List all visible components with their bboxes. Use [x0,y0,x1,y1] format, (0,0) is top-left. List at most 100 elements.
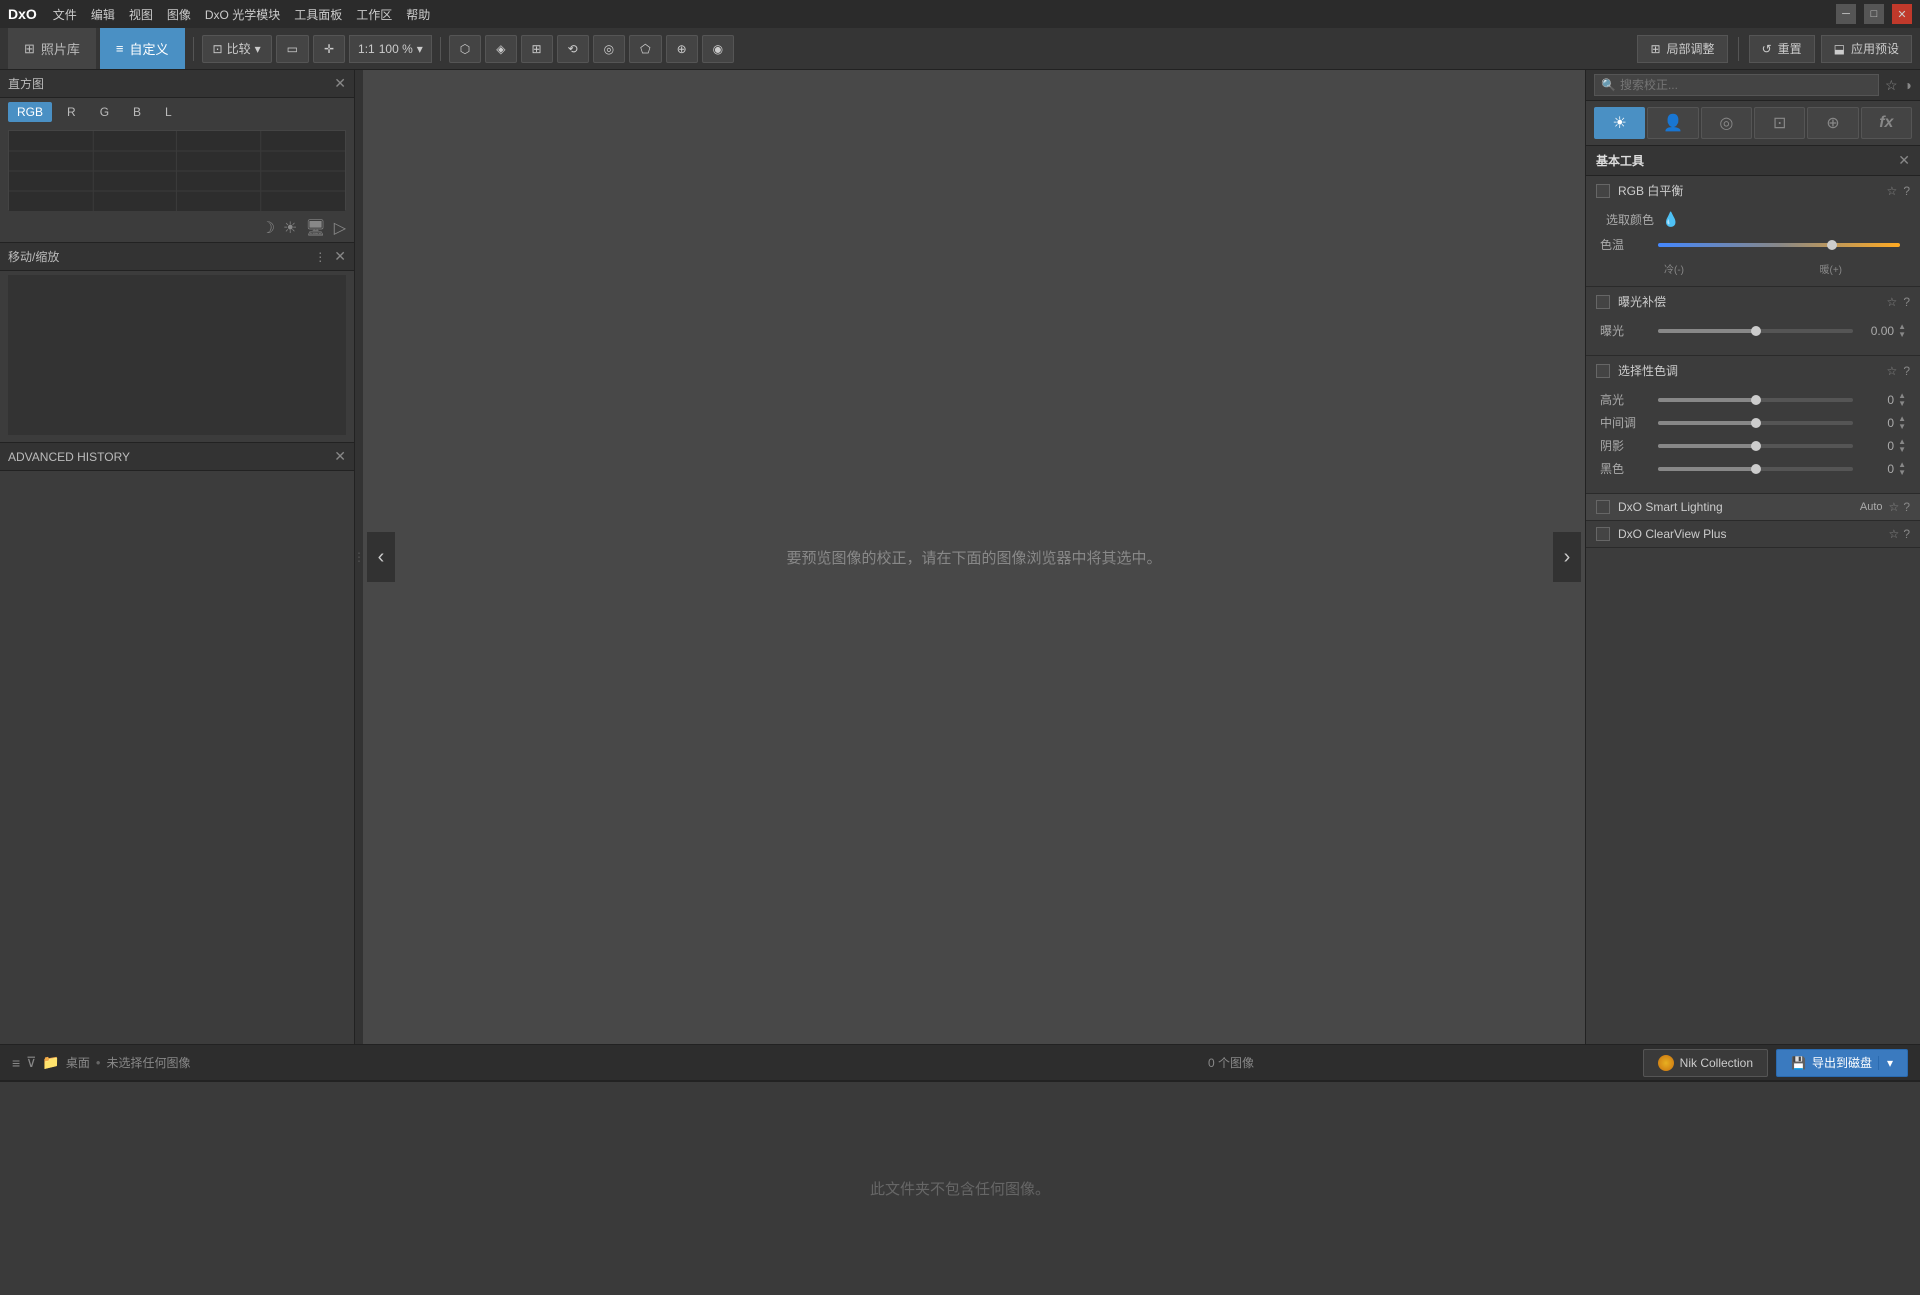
menu-workspace[interactable]: 工作区 [356,6,392,23]
dxo-smart-lighting-checkbox[interactable] [1596,500,1610,514]
resize-handle[interactable] [355,70,363,1044]
select-button[interactable]: ⬠ [629,35,661,63]
tool-exposure-star[interactable]: ☆ [1887,295,1898,309]
search-input[interactable] [1620,78,1872,92]
view-button[interactable]: ◉ [702,35,734,63]
tool-rgb-wb-checkbox[interactable] [1596,184,1610,198]
menu-dxo-optics[interactable]: DxO 光学模块 [205,6,280,23]
midtones-slider-track[interactable] [1658,421,1853,425]
tool-cat-color-button[interactable]: ◎ [1701,107,1752,139]
dxo-smart-lighting-star[interactable]: ☆ [1889,500,1900,514]
highlights-slider-thumb[interactable] [1751,395,1761,405]
exposure-slider-thumb[interactable] [1751,326,1761,336]
tool-cat-fx-button[interactable]: fx [1861,107,1912,139]
histogram-close-button[interactable]: ✕ [334,75,346,92]
nik-collection-button[interactable]: Nik Collection [1643,1049,1768,1077]
sort-icon[interactable]: ≡ [12,1055,20,1071]
dxo-clearview-help[interactable]: ? [1903,527,1910,541]
histogram-flag-button[interactable]: ▷ [334,218,346,238]
crop-button[interactable]: ⊞ [521,35,553,63]
menu-tools[interactable]: 工具面板 [294,6,342,23]
menu-view[interactable]: 视图 [129,6,153,23]
menu-edit[interactable]: 编辑 [91,6,115,23]
export-arrow-icon[interactable]: ▾ [1878,1056,1893,1070]
menu-image[interactable]: 图像 [167,6,191,23]
tool-cat-geometry-button[interactable]: ⊕ [1807,107,1858,139]
search-star-icon[interactable]: ☆ [1885,77,1898,94]
tool-selective-tone-star[interactable]: ☆ [1887,364,1898,378]
temp-slider-thumb[interactable] [1827,240,1837,250]
hist-tab-l[interactable]: L [156,102,181,122]
temp-slider-track[interactable] [1658,243,1900,247]
export-button[interactable]: 💾 导出到磁盘 ▾ [1776,1049,1908,1077]
tool-rgb-wb-header[interactable]: RGB 白平衡 ☆ ? [1586,176,1920,205]
zoom-display[interactable]: 1:1 100 % ▾ [349,35,432,63]
tab-customize[interactable]: ≡ 自定义 [100,28,185,69]
exposure-slider-track[interactable] [1658,329,1853,333]
adv-history-close-button[interactable]: ✕ [334,448,346,465]
histogram-moon-button[interactable]: ☽ [261,218,275,238]
sep-3 [1738,37,1739,61]
hist-tab-rgb[interactable]: RGB [8,102,52,122]
tool-rgb-wb-help[interactable]: ? [1903,184,1910,198]
next-image-button[interactable]: › [1553,532,1581,582]
close-button[interactable]: ✕ [1892,4,1912,24]
move-zoom-dots[interactable]: ⋮ [314,250,326,264]
tool-exposure-checkbox[interactable] [1596,295,1610,309]
local-adjustment-button[interactable]: ⊞ 局部调整 [1637,35,1727,63]
minimize-button[interactable]: ─ [1836,4,1856,24]
tab-library[interactable]: ⊞ 照片库 [8,28,96,69]
hist-tab-g[interactable]: G [91,102,118,122]
tool-exposure-header[interactable]: 曝光补偿 ☆ ? [1586,287,1920,316]
tool-cat-detail-button[interactable]: ⊡ [1754,107,1805,139]
prev-image-button[interactable]: ‹ [367,532,395,582]
dxo-smart-lighting-help[interactable]: ? [1903,500,1910,514]
midtones-down-button[interactable]: ▼ [1898,423,1906,431]
exposure-down-button[interactable]: ▼ [1898,331,1906,339]
wb-icon: ◈ [496,42,505,56]
tool-selective-tone-checkbox[interactable] [1596,364,1610,378]
menu-help[interactable]: 帮助 [406,6,430,23]
pin-button[interactable]: ⊕ [666,35,698,63]
highlights-slider-track[interactable] [1658,398,1853,402]
tool-cat-light-button[interactable]: ☀ [1594,107,1645,139]
blacks-slider-thumb[interactable] [1751,464,1761,474]
shadows-slider-track[interactable] [1658,444,1853,448]
maximize-button[interactable]: □ [1864,4,1884,24]
straighten-button[interactable]: ⬡ [449,35,481,63]
bottom-bar: ≡ ⊽ 📁 桌面 • 未选择任何图像 0 个图像 Nik Collection … [0,1044,1920,1080]
pan-button[interactable]: ✛ [313,35,345,63]
blacks-slider-track[interactable] [1658,467,1853,471]
repair-button[interactable]: ⟲ [557,35,589,63]
highlights-down-button[interactable]: ▼ [1898,400,1906,408]
section-close-button[interactable]: ✕ [1898,152,1910,169]
apply-preset-button[interactable]: ⬓ 应用预设 [1821,35,1912,63]
dxo-clearview-checkbox[interactable] [1596,527,1610,541]
tool-selective-tone-help[interactable]: ? [1903,364,1910,378]
reset-button[interactable]: ↺ 重置 [1749,35,1815,63]
filter-icon[interactable]: ⊽ [26,1054,36,1071]
shadows-down-button[interactable]: ▼ [1898,446,1906,454]
tool-selective-tone-header[interactable]: 选择性色调 ☆ ? [1586,356,1920,385]
histogram-sun-button[interactable]: ☀ [283,218,297,238]
blacks-down-button[interactable]: ▼ [1898,469,1906,477]
tool-cat-people-button[interactable]: 👤 [1647,107,1698,139]
shadows-slider-thumb[interactable] [1751,441,1761,451]
move-zoom-close-button[interactable]: ✕ [334,248,346,265]
eyedropper-icon[interactable]: 💧 [1662,211,1679,228]
hist-tab-b[interactable]: B [124,102,150,122]
app-logo: DxO [8,6,37,22]
dxo-clearview-star[interactable]: ☆ [1889,527,1900,541]
tool-exposure-help[interactable]: ? [1903,295,1910,309]
tool-rgb-wb-star[interactable]: ☆ [1887,184,1898,198]
midtones-slider-thumb[interactable] [1751,418,1761,428]
histogram-monitor-button[interactable]: 🖥 [305,218,325,238]
hist-tab-r[interactable]: R [58,102,85,122]
wb-picker-button[interactable]: ◈ [485,35,516,63]
search-toggle-icon[interactable]: ◑ [1904,77,1912,93]
menu-file[interactable]: 文件 [53,6,77,23]
compare-button[interactable]: ⊡ 比较 ▾ [202,35,272,63]
split-view-button[interactable]: ▭ [276,35,309,63]
move-zoom-content [8,275,346,435]
redeye-button[interactable]: ◎ [593,35,625,63]
